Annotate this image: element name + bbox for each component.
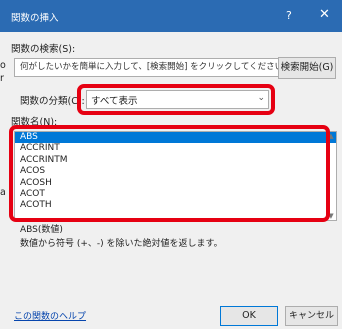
insert-function-dialog: 関数の挿入 ? ✕ o r a 関数の検索(S): 何がしたいかを簡単に入力して… [0, 0, 342, 329]
help-icon[interactable]: ? [286, 9, 292, 22]
search-button[interactable]: 検索開始(G) [278, 57, 336, 79]
background-fragment: a [0, 187, 6, 198]
function-signature: ABS(数値) [20, 225, 63, 235]
dialog-title: 関数の挿入 [11, 13, 59, 24]
highlight-box-category [77, 84, 275, 115]
close-icon[interactable]: ✕ [319, 7, 330, 22]
background-fragment: o [0, 60, 6, 71]
background-fragment: r [0, 73, 4, 84]
function-help-link[interactable]: この関数のヘルプ [14, 309, 86, 322]
cancel-button[interactable]: キャンセル [285, 306, 338, 326]
highlight-box-function-list [9, 125, 330, 222]
function-description: 数値から符号 (+、-) を除いた絶対値を返します。 [20, 239, 223, 249]
search-input[interactable]: 何がしたいかを簡単に入力して、[検索開始] をクリックしてください。 [14, 58, 279, 77]
ok-button[interactable]: OK [220, 306, 278, 326]
title-bar: 関数の挿入 ? ✕ [0, 0, 342, 32]
search-label: 関数の検索(S): [11, 44, 76, 55]
category-label: 関数の分類(C): [20, 96, 85, 107]
